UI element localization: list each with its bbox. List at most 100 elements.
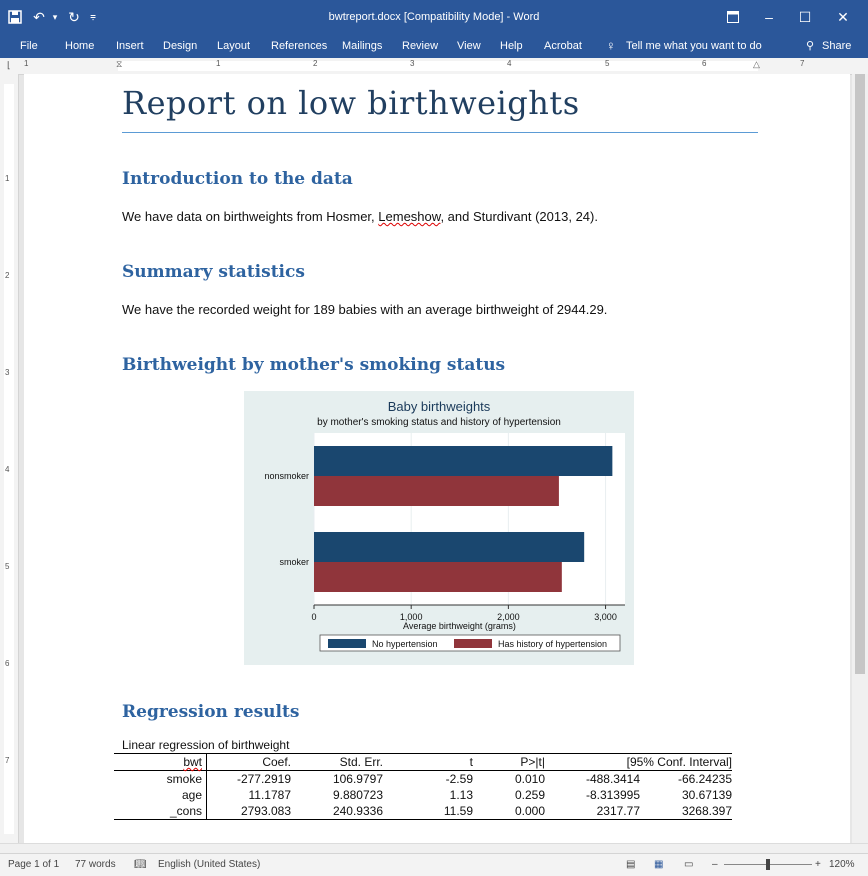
document-page[interactable]: Report on low birthweights Introduction … (24, 74, 850, 844)
table-row: smoke -277.2919 106.9797 -2.59 0.010 -48… (114, 770, 732, 787)
language[interactable]: English (United States) (158, 854, 260, 876)
zoom-in-button[interactable]: + (815, 854, 821, 876)
tab-acrobat[interactable]: Acrobat (544, 34, 582, 58)
heading-regression-results: Regression results (122, 702, 300, 722)
tab-review[interactable]: Review (402, 34, 438, 58)
ruler-number: 4 (507, 59, 512, 68)
spelling-error-word[interactable]: Lemeshow (378, 209, 440, 224)
share-icon[interactable]: ⚲ (806, 34, 814, 58)
table-row: _cons 2793.083 240.9336 11.59 0.000 2317… (114, 803, 732, 820)
header-bwt-label[interactable]: bwt (183, 755, 202, 769)
cell-ci-high: 30.67139 (681, 788, 732, 802)
x-tick-label: 0 (311, 612, 316, 622)
horizontal-ruler[interactable]: ⌊ 1 1 2 3 4 5 6 7 ⧖ △ (0, 58, 868, 75)
tab-home[interactable]: Home (65, 34, 94, 58)
tab-design[interactable]: Design (163, 34, 197, 58)
ruler-number: 1 (24, 59, 29, 68)
legend-label: No hypertension (372, 639, 438, 649)
cell-stderr: 240.9336 (332, 804, 383, 818)
vruler-number: 1 (5, 174, 10, 183)
ruler-number: 7 (800, 59, 805, 68)
cell-coef: 11.1787 (248, 788, 292, 802)
chart-subtitle: by mother's smoking status and history o… (317, 417, 561, 428)
cell-ci-low: -8.313995 (585, 788, 640, 802)
regression-caption: Linear regression of birthweight (122, 738, 290, 752)
tab-mailings[interactable]: Mailings (342, 34, 382, 58)
read-mode-icon[interactable]: ▤ (626, 854, 635, 876)
y-category-label: smoker (279, 557, 309, 567)
chart-title: Baby birthweights (388, 399, 491, 414)
cell-t: 1.13 (449, 788, 473, 802)
cell-t: 11.59 (443, 804, 473, 818)
header-t: t (469, 755, 473, 769)
vruler-number: 2 (5, 271, 10, 280)
bar-smoker-0 (314, 532, 585, 562)
tab-insert[interactable]: Insert (116, 34, 144, 58)
cell-p: 0.000 (514, 804, 545, 818)
row-label: _cons (114, 803, 207, 820)
tab-file[interactable]: File (20, 34, 38, 58)
x-axis-label: Average birthweight (grams) (403, 621, 516, 631)
legend-swatch (454, 639, 492, 648)
heading-birthweight-smoking: Birthweight by mother's smoking status (122, 355, 506, 375)
heading-summary-statistics: Summary statistics (122, 262, 305, 282)
maximize-icon[interactable]: ☐ (794, 0, 816, 34)
tell-me-search[interactable]: Tell me what you want to do (626, 34, 762, 58)
legend-label: Has history of hypertension (498, 639, 607, 649)
page-count[interactable]: Page 1 of 1 (8, 854, 59, 876)
row-label: age (114, 787, 207, 803)
vruler-number: 6 (5, 659, 10, 668)
cell-ci-low: -488.3414 (585, 772, 640, 786)
cell-t: -2.59 (445, 772, 473, 786)
header-p: P>|t| (520, 755, 545, 769)
zoom-level[interactable]: 120% (829, 854, 855, 876)
word-count[interactable]: 77 words (75, 854, 116, 876)
tab-view[interactable]: View (457, 34, 481, 58)
tab-help[interactable]: Help (500, 34, 523, 58)
x-tick-label: 3,000 (594, 612, 617, 622)
proofing-icon[interactable]: 📖︎ (134, 854, 147, 876)
close-icon[interactable]: ✕ (832, 0, 854, 34)
cell-p: 0.259 (514, 788, 545, 802)
right-indent-marker-icon[interactable]: △ (753, 59, 760, 70)
share-button[interactable]: Share (822, 34, 851, 58)
zoom-out-button[interactable]: – (712, 854, 718, 876)
cell-stderr: 9.880723 (332, 788, 383, 802)
chart[interactable]: Baby birthweights by mother's smoking sta… (244, 391, 634, 665)
cell-ci-high: -66.24235 (677, 772, 732, 786)
intro-text: We have data on birthweights from Hosmer… (122, 209, 379, 224)
bar-nonsmoker-0 (314, 446, 613, 476)
web-layout-icon[interactable]: ▭ (684, 854, 693, 876)
y-category-label: nonsmoker (264, 471, 309, 481)
ruler-page-area (118, 61, 758, 71)
status-bar: Page 1 of 1 77 words 📖︎ English (United … (0, 853, 868, 876)
ribbon-display-icon[interactable] (722, 0, 744, 34)
header-stderr: Std. Err. (339, 755, 383, 769)
cell-p: 0.010 (514, 772, 545, 786)
indent-marker-icon[interactable]: ⧖ (116, 59, 122, 70)
cell-ci-high: 3268.397 (681, 804, 732, 818)
minimize-icon[interactable]: – (758, 0, 780, 34)
table-header-row: bwt Coef. Std. Err. t P>|t| [95% Conf. I… (114, 753, 732, 771)
regression-table: bwt Coef. Std. Err. t P>|t| [95% Conf. I… (114, 753, 732, 820)
vruler-page-area (4, 84, 14, 834)
vruler-number: 7 (5, 756, 10, 765)
zoom-slider-thumb[interactable] (766, 859, 770, 870)
vertical-ruler[interactable]: 1 2 3 4 5 6 7 (0, 74, 19, 844)
summary-paragraph: We have the recorded weight for 189 babi… (122, 302, 608, 317)
ruler-number: 1 (216, 59, 221, 68)
row-label: smoke (114, 770, 207, 787)
vruler-number: 4 (5, 465, 10, 474)
ruler-number: 3 (410, 59, 415, 68)
print-layout-icon[interactable]: ▦ (654, 854, 663, 876)
scrollbar-thumb[interactable] (855, 74, 865, 674)
intro-text-end: , and Sturdivant (2013, 24). (440, 209, 598, 224)
legend-swatch (328, 639, 366, 648)
heading-introduction: Introduction to the data (122, 169, 353, 189)
vertical-scrollbar[interactable] (852, 74, 868, 844)
cell-stderr: 106.9797 (332, 772, 383, 786)
tab-selector-icon[interactable]: ⌊ (7, 60, 11, 71)
tab-references[interactable]: References (271, 34, 327, 58)
title-bar: ↶ ▾ ↻ ⩦ bwtreport.docx [Compatibility Mo… (0, 0, 868, 34)
tab-layout[interactable]: Layout (217, 34, 250, 58)
